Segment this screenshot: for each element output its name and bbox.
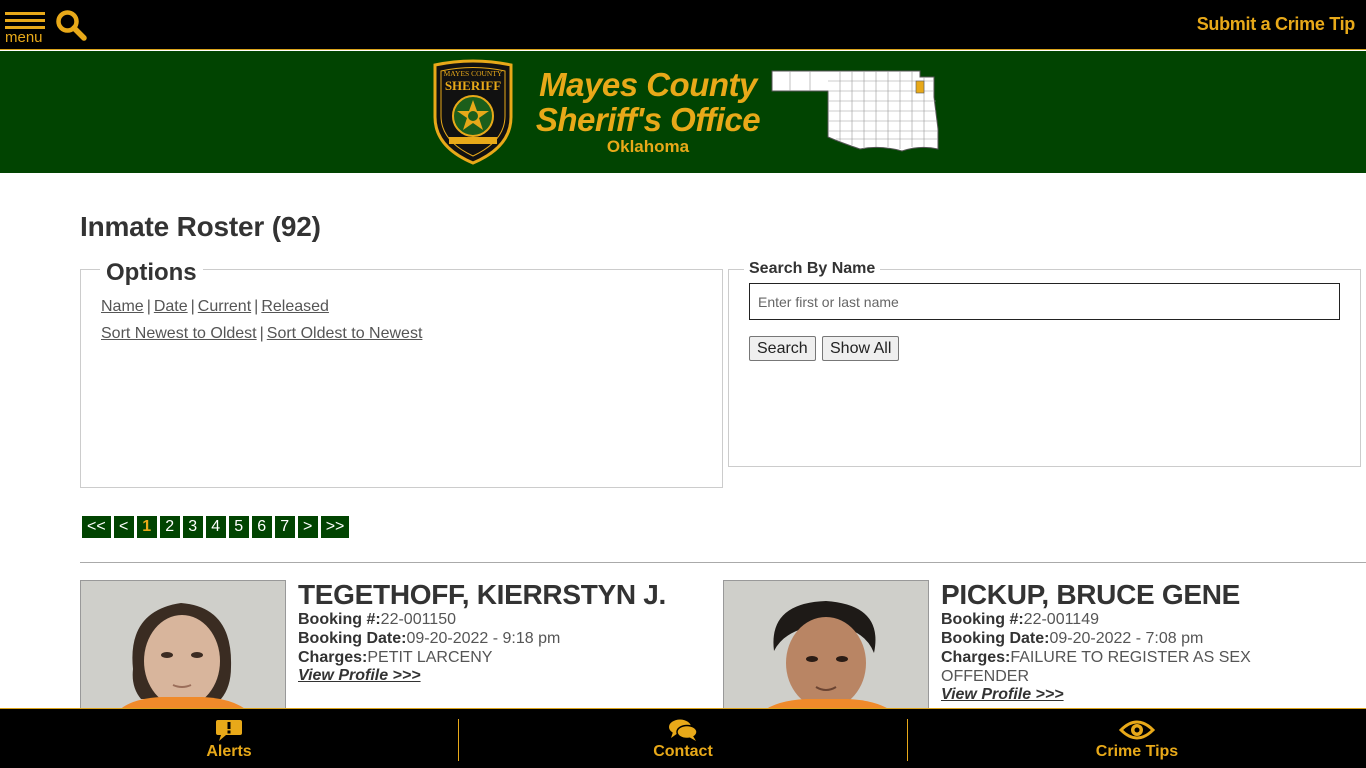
menu-icon bbox=[5, 12, 45, 15]
page-prev[interactable]: < bbox=[113, 516, 134, 538]
inmate-card: TEGETHOFF, KIERRSTYN J. Booking #:22-001… bbox=[80, 580, 700, 720]
page-2[interactable]: 2 bbox=[159, 516, 180, 538]
booking-number: Booking #:22-001149 bbox=[941, 611, 1099, 628]
search-legend: Search By Name bbox=[744, 260, 881, 278]
view-profile-link[interactable]: View Profile >>> bbox=[298, 667, 421, 684]
search-button-submit[interactable]: Search bbox=[749, 336, 816, 361]
sheriff-badge-icon[interactable]: MAYES COUNTY SHERIFF bbox=[431, 59, 515, 165]
bottom-nav: Alerts Contact Crime Tips bbox=[0, 708, 1366, 768]
oklahoma-map-icon bbox=[771, 70, 939, 152]
title-line-1: Mayes County bbox=[539, 66, 757, 103]
booking-date: Booking Date:09-20-2022 - 9:18 pm bbox=[298, 630, 561, 647]
page-last[interactable]: >> bbox=[320, 516, 350, 538]
menu-button[interactable]: menu bbox=[5, 10, 47, 46]
booking-date: Booking Date:09-20-2022 - 7:08 pm bbox=[941, 630, 1204, 647]
filter-date-link[interactable]: Date bbox=[154, 298, 188, 315]
pagination: << < 1 2 3 4 5 6 7 > >> bbox=[82, 516, 350, 538]
page-1[interactable]: 1 bbox=[136, 516, 157, 538]
sort-oldest-link[interactable]: Sort Oldest to Newest bbox=[267, 325, 423, 342]
search-button[interactable] bbox=[55, 9, 87, 41]
search-icon bbox=[56, 10, 87, 41]
nav-crime-tips[interactable]: Crime Tips bbox=[908, 709, 1366, 768]
svg-text:MAYES COUNTY: MAYES COUNTY bbox=[444, 69, 503, 78]
submit-crime-tip-link[interactable]: Submit a Crime Tip bbox=[1197, 14, 1356, 35]
page-3[interactable]: 3 bbox=[182, 516, 203, 538]
charges: Charges:FAILURE TO REGISTER AS SEX OFFEN… bbox=[941, 649, 1251, 685]
svg-text:SHERIFF: SHERIFF bbox=[445, 78, 501, 93]
inmate-name: TEGETHOFF, KIERRSTYN J. bbox=[298, 579, 667, 610]
charges: Charges:PETIT LARCENY bbox=[298, 649, 493, 666]
filter-links: Name | Date | Current | Released bbox=[101, 298, 329, 315]
eye-icon bbox=[1119, 720, 1155, 740]
divider bbox=[80, 562, 1366, 563]
sort-links: Sort Newest to Oldest | Sort Oldest to New… bbox=[101, 325, 423, 342]
site-title[interactable]: Mayes County Sheriff's Office Oklahoma bbox=[528, 67, 768, 157]
booking-number: Booking #:22-001150 bbox=[298, 611, 456, 628]
view-profile-link[interactable]: View Profile >>> bbox=[941, 686, 1064, 703]
filter-current-link[interactable]: Current bbox=[198, 298, 251, 315]
alert-icon bbox=[216, 720, 242, 741]
search-input[interactable] bbox=[749, 283, 1340, 320]
inmate-photo[interactable] bbox=[723, 580, 929, 720]
page-6[interactable]: 6 bbox=[251, 516, 272, 538]
page-7[interactable]: 7 bbox=[274, 516, 295, 538]
inmate-name: PICKUP, BRUCE GENE bbox=[941, 579, 1241, 610]
page-5[interactable]: 5 bbox=[228, 516, 249, 538]
show-all-button[interactable]: Show All bbox=[822, 336, 900, 361]
inmate-card: PICKUP, BRUCE GENE Booking #:22-001149 B… bbox=[723, 580, 1343, 720]
nav-contact[interactable]: Contact bbox=[459, 709, 907, 768]
chat-icon bbox=[669, 719, 698, 741]
nav-alerts-label: Alerts bbox=[206, 743, 252, 760]
top-bar: menu Submit a Crime Tip bbox=[0, 0, 1366, 50]
nav-alerts[interactable]: Alerts bbox=[0, 709, 458, 768]
options-legend: Options bbox=[100, 259, 203, 287]
sort-newest-link[interactable]: Sort Newest to Oldest bbox=[101, 325, 257, 342]
filter-name-link[interactable]: Name bbox=[101, 298, 144, 315]
title-line-2: Sheriff's Office bbox=[535, 101, 761, 138]
nav-crime-tips-label: Crime Tips bbox=[1095, 743, 1179, 760]
page-4[interactable]: 4 bbox=[205, 516, 226, 538]
page-first[interactable]: << bbox=[82, 516, 111, 538]
page-next[interactable]: > bbox=[297, 516, 318, 538]
page-title: Inmate Roster (92) bbox=[80, 211, 321, 242]
menu-label: menu bbox=[5, 29, 43, 46]
header-banner: MAYES COUNTY SHERIFF Mayes County Sherif… bbox=[0, 51, 1366, 173]
filter-released-link[interactable]: Released bbox=[261, 298, 329, 315]
state-subtitle: Oklahoma bbox=[606, 137, 690, 156]
nav-contact-label: Contact bbox=[653, 743, 713, 760]
inmate-photo[interactable] bbox=[80, 580, 286, 720]
